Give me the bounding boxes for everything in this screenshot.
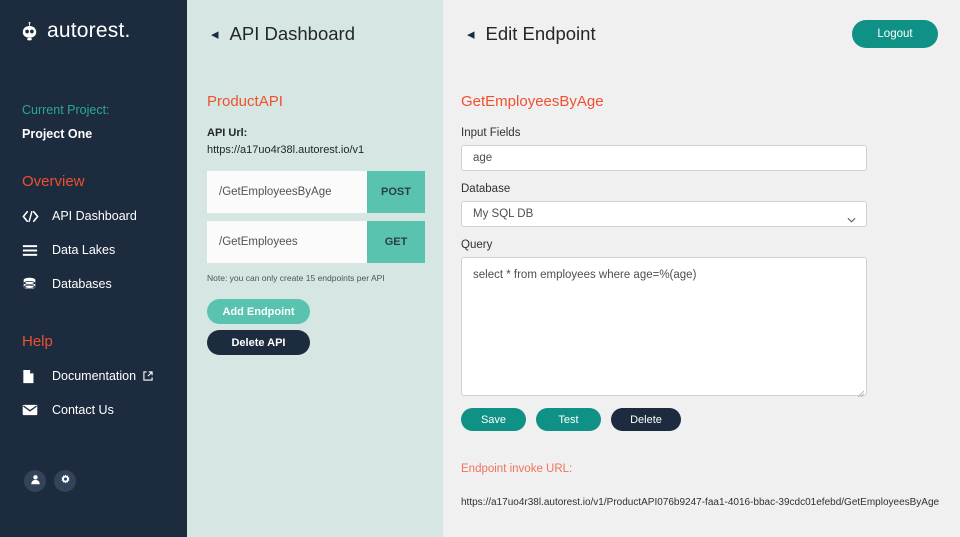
- list-item[interactable]: /GetEmployeesByAge POST: [207, 171, 425, 213]
- api-dashboard-header: ◂ API Dashboard: [187, 0, 443, 45]
- panel-title: API Dashboard: [230, 23, 355, 45]
- endpoint-path: /GetEmployeesByAge: [207, 171, 367, 213]
- sidebar-item-documentation[interactable]: Documentation: [0, 359, 187, 393]
- database-icon: [22, 276, 42, 292]
- sidebar-item-label: Documentation: [52, 369, 136, 383]
- app-root: autorest. Current Project: Project One O…: [0, 0, 960, 537]
- current-project-block: Current Project: Project One: [0, 43, 187, 141]
- query-wrapper: [461, 257, 867, 396]
- sidebar: autorest. Current Project: Project One O…: [0, 0, 187, 537]
- endpoint-limit-note: Note: you can only create 15 endpoints p…: [187, 273, 443, 283]
- section-heading-overview: Overview: [0, 173, 187, 190]
- external-link-icon: [143, 371, 153, 381]
- robot-head-icon: [18, 20, 41, 43]
- database-label: Database: [461, 183, 942, 195]
- sidebar-bottom-actions: [24, 470, 76, 492]
- query-label: Query: [461, 239, 942, 251]
- overview-nav-list: API Dashboard Data Lakes: [0, 199, 187, 301]
- input-fields-label: Input Fields: [461, 127, 942, 139]
- delete-api-button[interactable]: Delete API: [207, 330, 310, 355]
- endpoint-method-badge: GET: [367, 221, 425, 263]
- query-textarea[interactable]: [461, 257, 867, 396]
- test-button[interactable]: Test: [536, 408, 601, 431]
- envelope-icon: [22, 402, 42, 418]
- sidebar-item-api-dashboard[interactable]: API Dashboard: [0, 199, 187, 233]
- endpoint-list: /GetEmployeesByAge POST /GetEmployees GE…: [187, 171, 443, 263]
- middle-actions: Add Endpoint Delete API: [187, 299, 443, 355]
- layers-icon: [22, 242, 42, 258]
- sidebar-item-contact-us[interactable]: Contact Us: [0, 393, 187, 427]
- endpoint-action-buttons: Save Test Delete: [461, 408, 942, 431]
- input-fields-input[interactable]: [461, 145, 867, 171]
- add-endpoint-button[interactable]: Add Endpoint: [207, 299, 310, 324]
- brand-name: autorest.: [47, 19, 131, 43]
- settings-button[interactable]: [54, 470, 76, 492]
- gear-icon: [60, 472, 71, 490]
- save-button[interactable]: Save: [461, 408, 526, 431]
- invoke-url-label: Endpoint invoke URL:: [443, 463, 960, 475]
- endpoint-name-heading: GetEmployeesByAge: [443, 93, 960, 110]
- edit-endpoint-form: Input Fields Database My SQL DB Query: [443, 127, 960, 431]
- api-url-value: https://a17uo4r38l.autorest.io/v1: [187, 144, 443, 156]
- help-nav-list: Documentation Contact Us: [0, 359, 187, 427]
- sidebar-item-label: API Dashboard: [52, 209, 137, 223]
- endpoint-path: /GetEmployees: [207, 221, 367, 263]
- sidebar-item-label: Databases: [52, 277, 112, 291]
- sidebar-item-label: Data Lakes: [52, 243, 115, 257]
- back-caret-icon[interactable]: ◂: [467, 27, 475, 42]
- person-icon: [30, 472, 41, 490]
- current-project-label: Current Project:: [22, 103, 187, 117]
- delete-endpoint-button[interactable]: Delete: [611, 408, 681, 431]
- invoke-url-value: https://a17uo4r38l.autorest.io/v1/Produc…: [443, 497, 960, 508]
- database-select[interactable]: My SQL DB: [461, 201, 867, 227]
- section-heading-help: Help: [0, 333, 187, 350]
- brand-logo[interactable]: autorest.: [0, 0, 187, 43]
- account-button[interactable]: [24, 470, 46, 492]
- current-project-name: Project One: [22, 127, 187, 141]
- api-dashboard-panel: ◂ API Dashboard ProductAPI API Url: http…: [187, 0, 443, 537]
- document-icon: [22, 368, 42, 384]
- sidebar-item-label: Contact Us: [52, 403, 114, 417]
- api-url-label: API Url:: [187, 127, 443, 139]
- edit-endpoint-panel: ◂ Edit Endpoint Logout GetEmployeesByAge…: [443, 0, 960, 537]
- code-brackets-icon: [22, 208, 42, 224]
- panel-title: Edit Endpoint: [486, 23, 596, 45]
- sidebar-item-databases[interactable]: Databases: [0, 267, 187, 301]
- back-caret-icon[interactable]: ◂: [211, 27, 219, 42]
- logout-button[interactable]: Logout: [852, 20, 938, 48]
- sidebar-item-data-lakes[interactable]: Data Lakes: [0, 233, 187, 267]
- database-select-wrapper: My SQL DB: [461, 201, 867, 227]
- list-item[interactable]: /GetEmployees GET: [207, 221, 425, 263]
- api-name: ProductAPI: [187, 93, 443, 110]
- endpoint-method-badge: POST: [367, 171, 425, 213]
